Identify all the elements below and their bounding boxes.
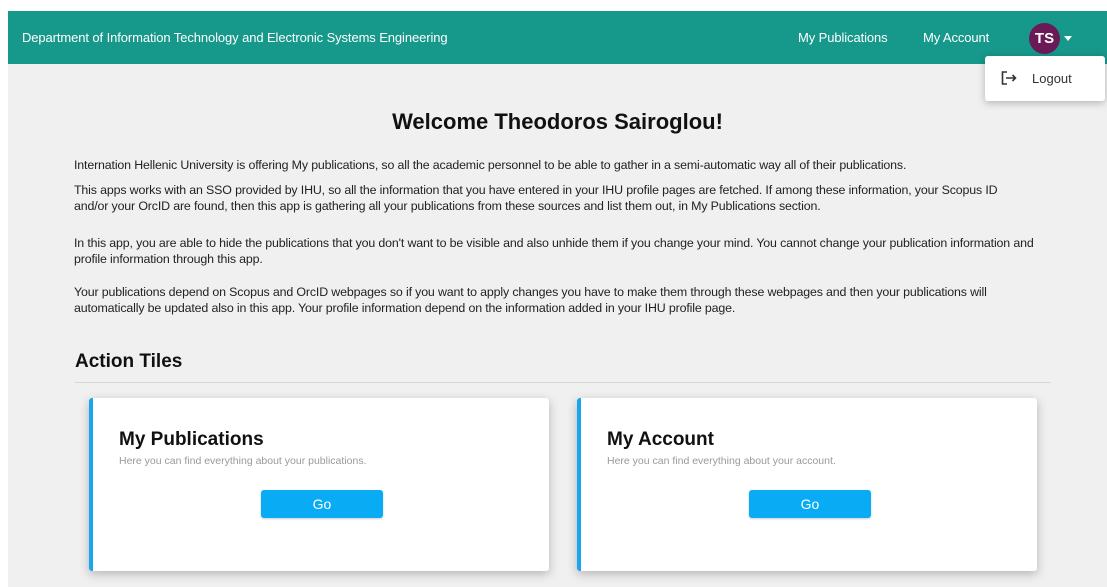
avatar[interactable]: TS — [1029, 23, 1060, 54]
nav-my-account[interactable]: My Account — [923, 30, 989, 45]
welcome-heading: Welcome Theodoros Sairoglou! — [392, 109, 723, 134]
logout-label: Logout — [1032, 71, 1072, 86]
tile-subtitle: Here you can find everything about your … — [607, 455, 836, 467]
go-my-publications-button[interactable]: Go — [261, 490, 383, 518]
tile-subtitle: Here you can find everything about your … — [119, 455, 367, 467]
intro-paragraph-4: Your publications depend on Scopus and O… — [74, 285, 987, 315]
user-dropdown-menu: Logout — [985, 56, 1105, 101]
tile-title: My Account — [607, 429, 714, 450]
section-divider — [75, 382, 1051, 383]
intro-paragraph-2: This apps works with an SSO provided by … — [74, 183, 998, 213]
caret-down-icon[interactable] — [1064, 36, 1072, 41]
intro-paragraph-1: Internation Hellenic University is offer… — [74, 158, 907, 172]
top-navbar: Department of Information Technology and… — [8, 11, 1107, 64]
app-frame: Department of Information Technology and… — [8, 11, 1107, 587]
nav-my-publications[interactable]: My Publications — [798, 30, 888, 45]
section-title-action-tiles: Action Tiles — [75, 351, 183, 372]
logout-icon — [1001, 71, 1017, 85]
go-my-account-button[interactable]: Go — [749, 490, 871, 518]
intro-paragraph-3: In this app, you are able to hide the pu… — [74, 236, 1034, 266]
brand-title[interactable]: Department of Information Technology and… — [22, 30, 448, 45]
tile-my-account: My Account Here you can find everything … — [577, 398, 1037, 571]
tile-title: My Publications — [119, 429, 264, 450]
tile-my-publications: My Publications Here you can find everyt… — [89, 398, 549, 571]
logout-menu-item[interactable]: Logout — [985, 56, 1105, 101]
user-menu-toggle[interactable]: TS — [1029, 23, 1079, 54]
